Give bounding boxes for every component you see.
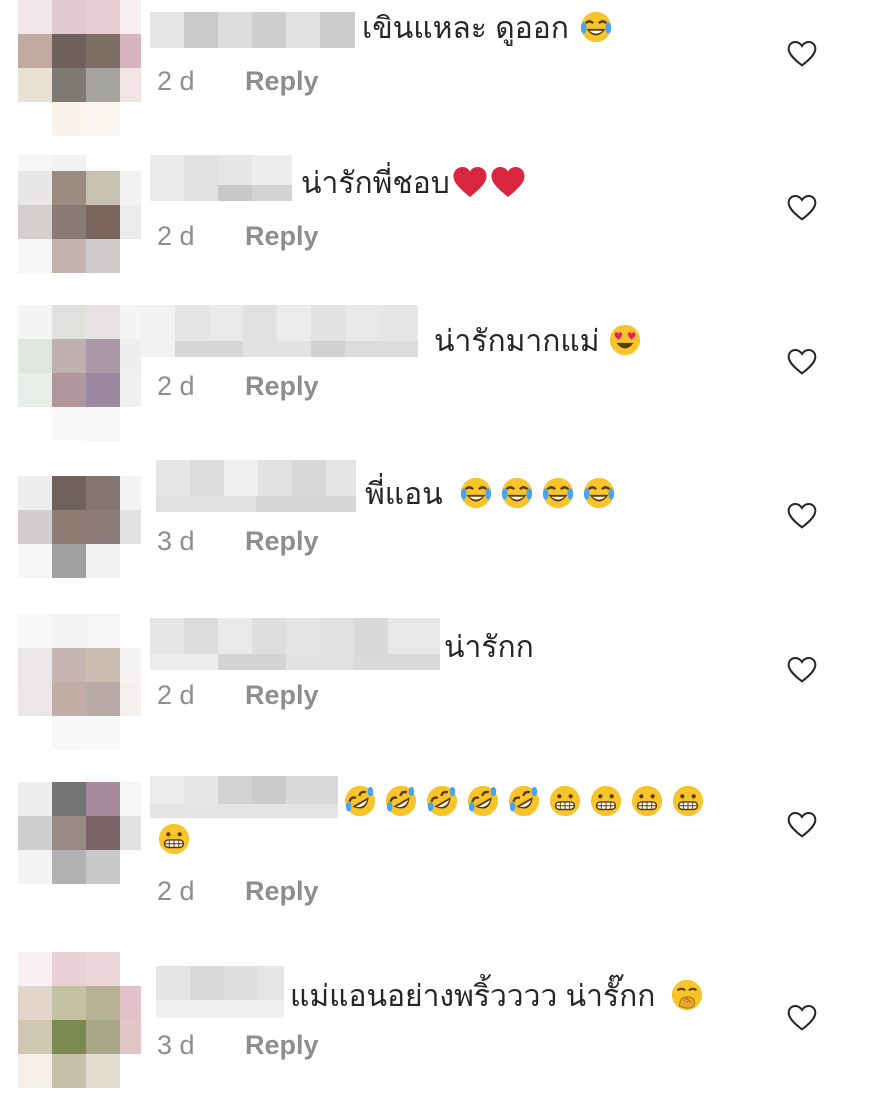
heart-outline-icon[interactable] <box>786 346 818 378</box>
username-blurred[interactable] <box>156 966 284 1018</box>
comment-text: แม่แอนอย่างพริ้วววว น่ารั๊กก <box>290 978 711 1015</box>
comment-item: น่ารักพี่ชอบ 2 d Reply <box>0 155 869 305</box>
comment-item: เขินแหละ ดูออก 2 d Reply <box>0 0 869 150</box>
comment-text-wrap <box>157 822 198 859</box>
avatar[interactable] <box>18 614 141 750</box>
comment-time: 3 d <box>157 1030 195 1060</box>
joy-emoji-icon <box>581 11 612 43</box>
comment-text-content: เขินแหละ ดูออก <box>362 12 569 45</box>
heart-outline-icon[interactable] <box>786 1002 818 1034</box>
comment-text-content: พี่แอน <box>365 478 443 511</box>
reply-button[interactable]: Reply <box>245 221 319 251</box>
comment-meta: 2 d Reply <box>157 66 319 97</box>
rofl-emoji-icon <box>426 785 458 817</box>
rofl-emoji-icon <box>467 785 499 817</box>
comment-meta: 2 d Reply <box>157 876 319 907</box>
heart-outline-icon[interactable] <box>786 654 818 686</box>
username-blurred[interactable] <box>150 618 440 670</box>
hand-over-mouth-emoji-icon <box>671 979 702 1011</box>
comment-time: 3 d <box>157 526 195 556</box>
comment-item: 2 d Reply <box>0 770 869 940</box>
grimacing-emoji-icon <box>672 785 704 817</box>
comment-text: เขินแหละ ดูออก <box>362 10 620 47</box>
comment-text: พี่แอน <box>365 476 623 513</box>
comment-meta: 2 d Reply <box>157 221 319 252</box>
red-heart-emoji-icon <box>453 167 487 197</box>
comment-item: น่ารักก 2 d Reply <box>0 614 869 764</box>
comment-meta: 2 d Reply <box>157 680 319 711</box>
comment-text <box>343 784 712 821</box>
comment-time: 2 d <box>157 876 195 906</box>
heart-outline-icon[interactable] <box>786 38 818 70</box>
reply-button[interactable]: Reply <box>245 66 319 96</box>
rofl-emoji-icon <box>344 785 376 817</box>
reply-button[interactable]: Reply <box>245 680 319 710</box>
grimacing-emoji-icon <box>590 785 622 817</box>
comment-meta: 2 d Reply <box>157 371 319 402</box>
reply-button[interactable]: Reply <box>245 1030 319 1060</box>
heart-eyes-emoji-icon <box>609 324 640 356</box>
reply-button[interactable]: Reply <box>245 371 319 401</box>
avatar[interactable] <box>18 305 141 441</box>
comment-meta: 3 d Reply <box>157 1030 319 1061</box>
comment-text-content: น่ารักมากแม่ <box>434 325 600 358</box>
avatar[interactable] <box>18 155 141 290</box>
avatar[interactable] <box>18 460 141 595</box>
joy-emoji-icon <box>460 477 492 509</box>
rofl-emoji-icon <box>508 785 540 817</box>
heart-outline-icon[interactable] <box>786 192 818 224</box>
comment-text-content: น่ารักพี่ชอบ <box>301 167 450 200</box>
username-blurred[interactable] <box>150 776 338 818</box>
username-blurred[interactable] <box>150 12 355 48</box>
username-blurred[interactable] <box>150 155 292 201</box>
avatar[interactable] <box>18 0 141 136</box>
reply-button[interactable]: Reply <box>245 526 319 556</box>
reply-button[interactable]: Reply <box>245 876 319 906</box>
grimacing-emoji-icon <box>631 785 663 817</box>
heart-outline-icon[interactable] <box>786 809 818 841</box>
comment-text: น่ารักมากแม่ <box>434 323 649 360</box>
joy-emoji-icon <box>542 477 574 509</box>
joy-emoji-icon <box>583 477 615 509</box>
comment-time: 2 d <box>157 66 195 96</box>
comment-item: แม่แอนอย่างพริ้วววว น่ารั๊กก 3 d Reply <box>0 948 869 1095</box>
joy-emoji-icon <box>501 477 533 509</box>
comment-item: พี่แอน 3 d Reply <box>0 460 869 610</box>
comment-time: 2 d <box>157 221 195 251</box>
comment-item: น่ารักมากแม่ 2 d Reply <box>0 305 869 455</box>
heart-outline-icon[interactable] <box>786 500 818 532</box>
comment-text-content: แม่แอนอย่างพริ้วววว น่ารั๊กก <box>290 980 656 1013</box>
username-blurred[interactable] <box>141 305 418 357</box>
comment-meta: 3 d Reply <box>157 526 319 557</box>
comment-time: 2 d <box>157 680 195 710</box>
avatar[interactable] <box>18 770 141 905</box>
comment-time: 2 d <box>157 371 195 401</box>
red-heart-emoji-icon <box>491 167 525 197</box>
avatar[interactable] <box>18 948 141 1088</box>
comment-text-content: น่ารักก <box>444 631 534 664</box>
rofl-emoji-icon <box>385 785 417 817</box>
grimacing-emoji-icon <box>158 823 190 855</box>
username-blurred[interactable] <box>156 460 356 512</box>
comment-text: น่ารักพี่ชอบ <box>301 165 526 202</box>
grimacing-emoji-icon <box>549 785 581 817</box>
comment-text: น่ารักก <box>444 630 534 666</box>
